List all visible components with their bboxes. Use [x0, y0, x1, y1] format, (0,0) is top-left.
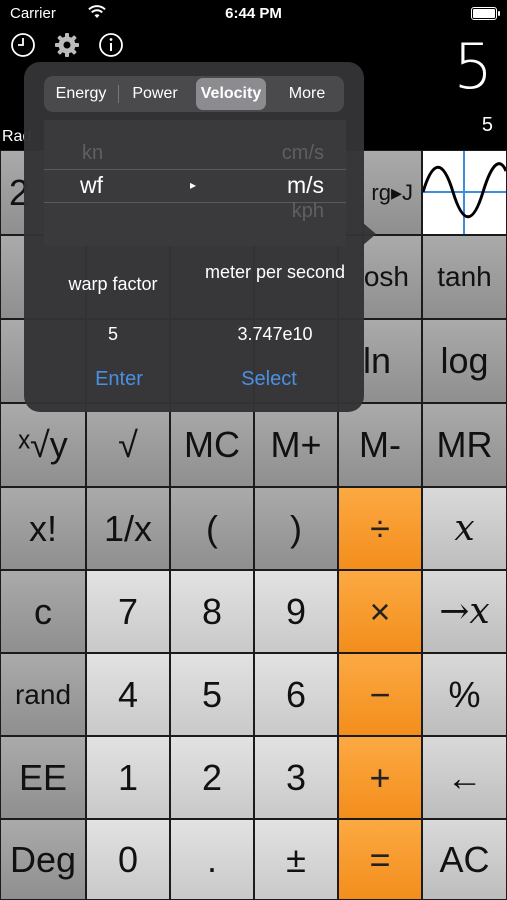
- key-deg[interactable]: Deg: [0, 819, 86, 900]
- from-value: 5: [107, 324, 118, 344]
- key-recall-x[interactable]: 𝑥: [422, 487, 507, 570]
- status-time: 6:44 PM: [225, 5, 282, 22]
- key-open-paren[interactable]: (: [170, 487, 254, 570]
- key-close-paren[interactable]: ): [254, 487, 338, 570]
- from-unit-name: warp factor: [68, 274, 158, 294]
- battery-icon: [471, 7, 500, 20]
- select-button[interactable]: Select: [194, 368, 344, 391]
- key-4[interactable]: 4: [86, 653, 170, 736]
- unit-conversion-popover: Energy Power Velocity More kn cm/s wf ▸ …: [24, 62, 364, 412]
- from-unit-selected[interactable]: wf: [80, 172, 103, 199]
- main-display: 5: [453, 30, 493, 103]
- key-divide[interactable]: ÷: [338, 487, 422, 570]
- key-multiply[interactable]: ×: [338, 570, 422, 653]
- key-1[interactable]: 1: [86, 736, 170, 819]
- to-unit-name: meter per second: [204, 262, 346, 282]
- key-subtract[interactable]: −: [338, 653, 422, 736]
- key-reciprocal[interactable]: 1/x: [86, 487, 170, 570]
- key-backspace[interactable]: ←: [422, 736, 507, 819]
- segment-divider: [118, 85, 119, 103]
- info-icon[interactable]: [98, 32, 124, 58]
- key-factorial[interactable]: x!: [0, 487, 86, 570]
- key-m-plus[interactable]: M+: [254, 403, 338, 487]
- key-m-minus[interactable]: M-: [338, 403, 422, 487]
- key-5[interactable]: 5: [170, 653, 254, 736]
- key-xth-root[interactable]: ˣ√y: [0, 403, 86, 487]
- category-segmented-control: Energy Power Velocity More: [44, 76, 344, 112]
- unit-picker[interactable]: kn cm/s wf ▸ m/s kph: [44, 120, 346, 246]
- enter-button[interactable]: Enter: [44, 368, 194, 391]
- key-rand[interactable]: rand: [0, 653, 86, 736]
- key-2[interactable]: 2: [170, 736, 254, 819]
- status-bar: Carrier 6:44 PM: [0, 0, 507, 28]
- key-mc[interactable]: MC: [170, 403, 254, 487]
- to-value: 3.747e10: [237, 324, 313, 344]
- history-clock-icon[interactable]: [10, 32, 36, 58]
- tab-power[interactable]: Power: [120, 78, 190, 110]
- key-all-clear[interactable]: AC: [422, 819, 507, 900]
- key-plus-minus[interactable]: ±: [254, 819, 338, 900]
- from-unit-above[interactable]: kn: [82, 142, 103, 165]
- key-ee[interactable]: EE: [0, 736, 86, 819]
- key-tanh[interactable]: tanh: [422, 235, 507, 319]
- to-unit-above[interactable]: cm/s: [282, 142, 324, 165]
- tab-energy[interactable]: Energy: [46, 78, 116, 110]
- key-9[interactable]: 9: [254, 570, 338, 653]
- key-6[interactable]: 6: [254, 653, 338, 736]
- to-unit-below[interactable]: kph: [292, 200, 324, 223]
- key-add[interactable]: +: [338, 736, 422, 819]
- graph-key[interactable]: [422, 150, 507, 235]
- key-percent[interactable]: %: [422, 653, 507, 736]
- key-3[interactable]: 3: [254, 736, 338, 819]
- key-clear[interactable]: c: [0, 570, 86, 653]
- key-0[interactable]: 0: [86, 819, 170, 900]
- tab-more[interactable]: More: [272, 78, 342, 110]
- key-log[interactable]: log: [422, 319, 507, 403]
- settings-gear-icon[interactable]: [54, 32, 80, 58]
- popover-arrow: [362, 222, 376, 246]
- key-8[interactable]: 8: [170, 570, 254, 653]
- key-store-x[interactable]: →𝑥: [422, 570, 507, 653]
- memory-display: 5: [481, 114, 493, 136]
- convert-arrow-icon: ▸: [190, 178, 197, 192]
- key-mr[interactable]: MR: [422, 403, 507, 487]
- key-equals[interactable]: =: [338, 819, 422, 900]
- tab-velocity[interactable]: Velocity: [196, 78, 266, 110]
- key-7[interactable]: 7: [86, 570, 170, 653]
- to-unit-selected[interactable]: m/s: [287, 172, 324, 199]
- sine-graph-icon: [423, 151, 506, 234]
- key-sqrt[interactable]: √: [86, 403, 170, 487]
- key-decimal[interactable]: .: [170, 819, 254, 900]
